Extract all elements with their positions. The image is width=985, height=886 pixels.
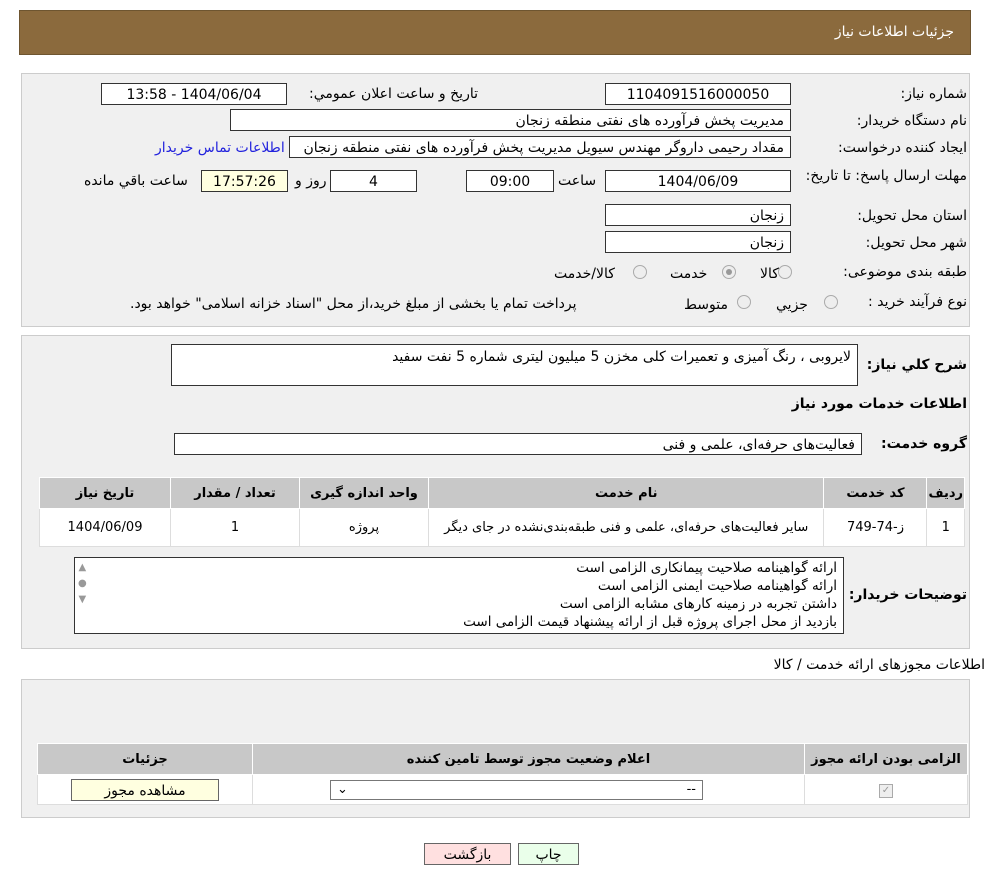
chevron-down-icon: ⌄ — [337, 782, 348, 797]
buyer-field: مدیریت پخش فرآورده های نفتی منطقه زنجان — [230, 109, 791, 131]
process-medium-label: متوسط — [684, 297, 728, 313]
cell-unit: پروژه — [299, 508, 429, 547]
buyer-note: بازدید از محل اجرای پروژه قبل از ارائه پ… — [463, 614, 837, 630]
col-required: الزامی بودن ارائه مجوز — [804, 743, 968, 775]
col-code: کد خدمت — [823, 477, 928, 509]
category-service-label: خدمت — [670, 266, 708, 282]
days-label: روز و — [295, 173, 327, 189]
need-number-label: شماره نیاز: — [900, 86, 968, 102]
status-cell: ⌄ -- — [252, 774, 805, 805]
permit-status-select[interactable]: ⌄ -- — [330, 779, 703, 800]
buyer-notes-field[interactable]: ارائه گواهینامه صلاحیت پیمانکاری الزامی … — [74, 557, 844, 634]
buyer-notes-label: توضیحات خریدار: — [848, 587, 967, 603]
back-button[interactable]: بازگشت — [424, 843, 511, 865]
deadline-time-field: 09:00 — [466, 170, 554, 192]
category-both-label: کالا/خدمت — [554, 266, 615, 282]
col-row: ردیف — [926, 477, 965, 509]
page-header: جزئیات اطلاعات نیاز — [19, 10, 971, 55]
process-radio-minor[interactable] — [824, 295, 838, 313]
category-radio-goods[interactable] — [778, 265, 792, 283]
remaining-label: ساعت باقي مانده — [84, 173, 188, 189]
process-radio-medium[interactable] — [737, 295, 751, 313]
announce-label: تاریخ و ساعت اعلان عمومي: — [309, 86, 478, 102]
process-label: نوع فرآیند خرید : — [868, 294, 967, 310]
province-label: استان محل تحویل: — [857, 208, 967, 224]
buyer-note: ارائه گواهینامه صلاحیت پیمانکاری الزامی … — [576, 560, 837, 576]
col-unit: واحد اندازه گیری — [299, 477, 429, 509]
category-goods-label: کالا — [760, 266, 779, 282]
page-title: جزئیات اطلاعات نیاز — [834, 24, 954, 40]
select-value: -- — [686, 782, 696, 797]
category-radio-both[interactable] — [633, 265, 647, 283]
city-field: زنجان — [605, 231, 791, 253]
required-cell: ✓ — [804, 774, 968, 805]
col-qty: تعداد / مقدار — [170, 477, 300, 509]
col-status: اعلام وضعیت مجوز توسط تامین کننده — [252, 743, 805, 775]
cell-name: سایر فعالیت‌های حرفه‌ای، علمی و فنی طبقه… — [427, 508, 825, 547]
service-group-label: گروه خدمت: — [881, 436, 967, 452]
province-field: زنجان — [605, 204, 791, 226]
time-label: ساعت — [558, 173, 597, 189]
category-radio-service[interactable] — [722, 265, 736, 283]
permits-title: اطلاعات مجوزهای ارائه خدمت / کالا — [773, 657, 985, 673]
cell-row: 1 — [926, 508, 965, 547]
details-cell: مشاهده مجوز — [37, 774, 253, 805]
creator-label: ایجاد کننده درخواست: — [838, 140, 967, 156]
process-note: پرداخت تمام یا بخشی از مبلغ خرید،از محل … — [130, 296, 577, 312]
services-table: ردیف کد خدمت نام خدمت واحد اندازه گیری ت… — [39, 477, 965, 547]
notes-scrollbar[interactable]: ▲ ● ▼ — [78, 560, 87, 608]
description-field[interactable]: لایروبی ، رنگ آمیزی و تعمیرات کلی مخزن 5… — [171, 344, 858, 386]
buyer-contact-link[interactable]: اطلاعات تماس خریدار — [155, 140, 285, 156]
category-label: طبقه بندی موضوعی: — [843, 264, 967, 280]
need-number-field: 1104091516000050 — [605, 83, 791, 105]
cell-qty: 1 — [170, 508, 300, 547]
col-name: نام خدمت — [427, 477, 825, 509]
print-button[interactable]: چاپ — [518, 843, 579, 865]
permits-table: الزامی بودن ارائه مجوز اعلام وضعیت مجوز … — [37, 743, 968, 805]
permit-row: ✓ ⌄ -- مشاهده مجوز — [37, 774, 968, 805]
announce-field: 1404/06/04 - 13:58 — [101, 83, 287, 105]
deadline-date-field: 1404/06/09 — [605, 170, 791, 192]
buyer-note: داشتن تجربه در زمینه کارهای مشابه الزامی… — [559, 596, 837, 612]
buyer-note: ارائه گواهینامه صلاحیت ایمنی الزامی است — [597, 578, 837, 594]
required-checkbox[interactable]: ✓ — [879, 783, 893, 798]
service-group-field: فعالیت‌های حرفه‌ای، علمی و فنی — [174, 433, 862, 455]
table-row: 1 ز-74-749 سایر فعالیت‌های حرفه‌ای، علمی… — [39, 508, 965, 547]
services-title: اطلاعات خدمات مورد نیاز — [791, 396, 967, 412]
creator-field: مقداد رحیمی داروگر مهندس سیویل مدیریت پخ… — [289, 136, 791, 158]
deadline-label: مهلت ارسال پاسخ: تا تاریخ: — [805, 168, 967, 184]
cell-date: 1404/06/09 — [39, 508, 171, 547]
col-details: جزئیات — [37, 743, 253, 775]
table-header-row: ردیف کد خدمت نام خدمت واحد اندازه گیری ت… — [39, 477, 965, 509]
col-date: تاریخ نیاز — [39, 477, 171, 509]
days-field: 4 — [330, 170, 417, 192]
cell-code: ز-74-749 — [823, 508, 928, 547]
buyer-label: نام دستگاه خریدار: — [856, 113, 967, 129]
city-label: شهر محل تحویل: — [865, 235, 967, 251]
view-permit-button[interactable]: مشاهده مجوز — [71, 778, 219, 801]
description-label: شرح کلي نیاز: — [866, 357, 967, 373]
process-minor-label: جزيي — [776, 297, 808, 313]
remaining-time-field: 17:57:26 — [201, 170, 288, 192]
